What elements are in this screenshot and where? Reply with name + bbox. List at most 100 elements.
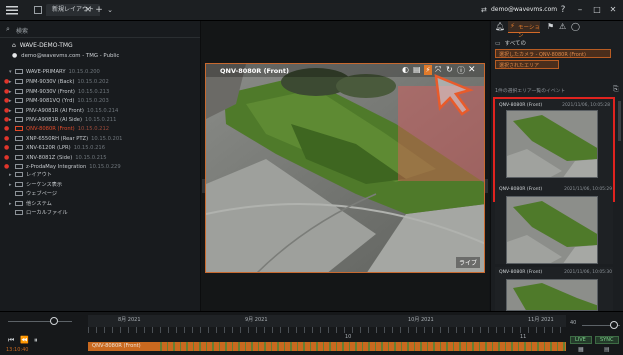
resource-tree-panel: ⌕ 検索 ⌂ WAVE-DEMO-TMG ● demo@wavevms.com … <box>0 21 201 311</box>
recording-track-stripes <box>160 342 566 351</box>
tree-camera-item[interactable]: ●▸ PNM-9081VQ (Yrd) 10.15.0.203 <box>4 96 109 105</box>
tree-camera-item[interactable]: ●▸ PNV-A9081R (AI Side) 10.15.0.211 <box>4 115 116 124</box>
camera-icon <box>15 145 23 151</box>
tree-group-item[interactable]: ローカルファイル <box>4 209 68 218</box>
tree-item-ip: 10.15.0.216 <box>73 145 106 152</box>
tree-item-label: PNM-9081VQ (Yrd) <box>26 98 75 105</box>
search-input[interactable]: 検索 <box>16 26 28 35</box>
bell-icon[interactable]: 🔔︎ <box>495 22 505 31</box>
folder-icon: ▭ <box>495 40 501 47</box>
chevron-down-icon[interactable]: ⌄ <box>106 4 114 16</box>
tree-item-label: シーケンス表示 <box>26 181 63 188</box>
object-icon[interactable]: ◯ <box>571 22 580 31</box>
timeline-date-2: 9月 2021 <box>245 317 268 323</box>
tree-item-label: QNV-8080R (Front) <box>26 126 75 133</box>
tree-camera-item[interactable]: ● z-ProdaMay Integration 10.15.0.229 <box>4 162 121 171</box>
export-icon[interactable]: ⎘ <box>613 85 619 94</box>
tree-group-item[interactable]: ▾ WAVE-PRIMARY 10.15.0.200 <box>4 68 100 77</box>
user-icon: ● <box>12 52 18 59</box>
tree-camera-item[interactable]: ● XNP-6550RH (Rear PTZ) 10.15.0.201 <box>4 134 122 143</box>
server-name: WAVE-DEMO-TMG <box>19 42 73 49</box>
recording-icon: ● <box>4 163 10 170</box>
event-camera: QNV-8080R (Front) <box>499 270 543 275</box>
minimize-icon[interactable]: – <box>575 4 585 16</box>
recording-icon: ● <box>4 144 10 152</box>
motion-icon: ⚡ <box>510 22 515 30</box>
tab-motion-label: モーション <box>518 25 540 39</box>
event-time: 2021/11/06, 10:05:28 <box>562 103 610 108</box>
user-email[interactable]: demo@wavevms.com <box>491 6 557 13</box>
event-camera: QNV-8080R (Front) <box>499 187 543 192</box>
camera-icon <box>15 117 23 122</box>
maximize-icon[interactable]: □ <box>592 4 602 16</box>
event-thumbnail-3[interactable] <box>506 279 598 311</box>
filter-camera-label: 選択したカメラ - QNV-8080R (Front) <box>499 52 586 58</box>
camera-item[interactable]: QNV-8080R (Front) ◐ ▤ ⚡ ⤧ ↻ ⓘ ✕ ライブ <box>205 63 485 273</box>
tree-group-item[interactable]: ▸ 他システム <box>4 200 52 209</box>
pause-icon[interactable]: ⏸ <box>34 336 38 345</box>
close-tab-icon[interactable]: × <box>84 4 92 16</box>
tree-camera-item[interactable]: ●▸ PNM-9030V (Back) 10.15.0.202 <box>4 77 109 86</box>
camera-icon <box>15 79 23 85</box>
search-field[interactable]: ⌕ 検索 <box>6 25 192 35</box>
timeline-date-3: 10月 2021 <box>408 317 434 323</box>
divider <box>0 37 200 38</box>
calendar-icon[interactable]: ▦ <box>578 346 584 353</box>
tree-camera-item[interactable]: ● XNV-6120R (LPR) 10.15.0.216 <box>4 143 105 152</box>
timeline-tick-label-2: 11 <box>520 334 527 340</box>
recording-icon: ● <box>4 134 10 142</box>
folder-icon <box>15 200 23 206</box>
title-bar: 新規レイアウト × + ⌄ ⇄ demo@wavevms.com ? – □ ✕ <box>0 0 623 21</box>
tab-motion[interactable]: ⚡ モーション <box>508 21 540 39</box>
tree-camera-item[interactable]: ●▸ PNV-A9081R (AI Front) 10.15.0.214 <box>4 106 118 115</box>
cursor-arrow-icon <box>434 74 474 116</box>
tree-camera-item[interactable]: ● XNV-8081Z (Side) 10.15.0.215 <box>4 153 107 162</box>
contrast-icon[interactable]: ◐ <box>402 65 409 74</box>
main-menu-icon[interactable] <box>6 5 18 15</box>
user-line: demo@wavevms.com - TMG - Public <box>21 53 120 59</box>
tree-group-item[interactable]: ▸ レイアウト <box>4 171 52 180</box>
folder-icon <box>15 191 23 197</box>
recording-icon: ● <box>4 153 10 161</box>
panel-scrollbar[interactable] <box>618 101 621 141</box>
event-thumbnail-1[interactable] <box>506 110 598 178</box>
close-window-icon[interactable]: ✕ <box>608 4 618 16</box>
help-icon[interactable]: ? <box>558 4 568 16</box>
rewind-icon[interactable]: ⏪ <box>20 336 29 344</box>
category-filter[interactable]: ▭ すべての <box>495 39 526 47</box>
event-thumbnail-2[interactable] <box>506 196 598 264</box>
live-badge: ライブ <box>456 257 481 268</box>
sync-button[interactable]: SYNC <box>595 336 619 344</box>
bookmark-icon[interactable]: ⚑ <box>547 22 554 31</box>
tree-item-ip: 10.15.0.202 <box>77 79 109 86</box>
tree-camera-item[interactable]: ● QNV-8080R (Front) 10.15.0.212 <box>4 124 109 133</box>
home-icon: ⌂ <box>12 42 16 49</box>
tree-item-label: PNM-9030V (Back) <box>26 79 75 86</box>
folder-icon <box>15 181 23 187</box>
live-button[interactable]: LIVE <box>570 336 592 344</box>
thumbnail-image <box>507 111 597 177</box>
add-tab-icon[interactable]: + <box>95 4 103 16</box>
filter-camera-chip[interactable]: 選択したカメラ - QNV-8080R (Front) <box>495 49 611 58</box>
search-icon: ⌕ <box>6 25 10 33</box>
warning-icon[interactable]: ⚠ <box>559 22 566 31</box>
rewind-start-icon[interactable]: ⏮ <box>8 336 14 345</box>
volume-slider[interactable] <box>8 321 72 322</box>
tree-camera-item[interactable]: ●▸ PNM-9030V (Front) 10.15.0.213 <box>4 87 109 96</box>
thumbnails-icon[interactable]: ▤ <box>604 346 610 353</box>
server-header[interactable]: ⌂ WAVE-DEMO-TMG <box>12 42 192 49</box>
thumbnail-image <box>507 197 597 263</box>
tree-group-item[interactable]: ウェブページ <box>4 190 57 199</box>
tree-item-label: XNV-6120R (LPR) <box>26 145 71 152</box>
connection-icon: ⇄ <box>481 6 487 14</box>
zoom-slider-handle[interactable] <box>610 321 618 329</box>
tree-item-label: ウェブページ <box>26 191 58 198</box>
layout-tab-icon <box>34 6 42 14</box>
timeline-ruler[interactable] <box>88 315 566 327</box>
timeline-date-1: 8月 2021 <box>118 317 141 323</box>
filter-area-chip[interactable]: 選択されたエリア <box>495 60 559 69</box>
tree-group-item[interactable]: ▸ シーケンス表示 <box>4 181 62 190</box>
motion-search-icon[interactable]: ⚡ <box>424 65 432 75</box>
screenshot-icon[interactable]: ▤ <box>413 65 421 74</box>
volume-slider-handle[interactable] <box>50 317 58 325</box>
